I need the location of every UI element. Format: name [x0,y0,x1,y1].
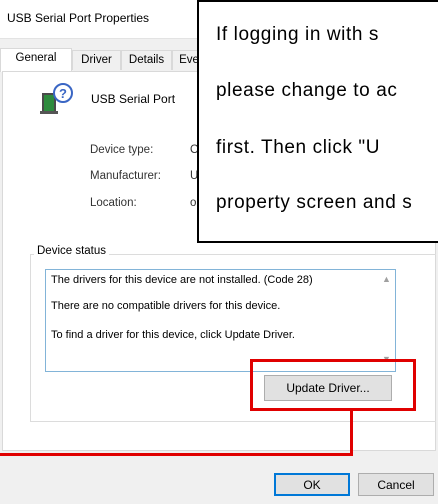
callout-line-1: If logging in with s [216,24,380,45]
instruction-callout: If logging in with s please change to ac… [197,0,438,243]
tab-driver[interactable]: Driver [72,50,121,70]
device-status-textbox[interactable]: The drivers for this device are not inst… [45,269,396,372]
status-line-1: The drivers for this device are not inst… [51,274,313,286]
callout-line-2: please change to ac [216,80,398,101]
ok-button[interactable]: OK [274,473,350,496]
device-name: USB Serial Port [91,92,176,106]
highlight-connector-horizontal [0,453,353,456]
properties-dialog: USB Serial Port Properties General Drive… [0,0,438,504]
highlight-connector-vertical [350,411,353,456]
svg-text:?: ? [59,86,67,101]
usb-serial-device-warning-icon: ? [40,83,73,114]
status-line-2: There are no compatible drivers for this… [51,300,281,312]
tab-general[interactable]: General [0,48,72,72]
window-title: USB Serial Port Properties [7,11,150,25]
tab-details-label: Details [128,54,165,66]
status-line-3: To find a driver for this device, click … [51,329,295,341]
device-type-label: Device type: [90,144,154,156]
tab-driver-label: Driver [81,54,112,66]
tab-details[interactable]: Details [121,50,172,70]
device-status-label: Device status [34,245,110,257]
scroll-up-arrow-icon[interactable]: ▲ [382,274,391,284]
status-scrollbar[interactable]: ▲ ▼ [378,270,395,371]
cancel-button[interactable]: Cancel [358,473,434,496]
update-driver-highlight [250,359,416,411]
location-value: o [190,197,197,209]
manufacturer-label: Manufacturer: [90,170,161,182]
tab-events-label: Eve [179,54,199,66]
tab-general-label: General [15,52,57,64]
callout-line-4: property screen and s [216,192,413,213]
location-label: Location: [90,197,137,209]
callout-line-3: first. Then click "U [216,137,381,158]
